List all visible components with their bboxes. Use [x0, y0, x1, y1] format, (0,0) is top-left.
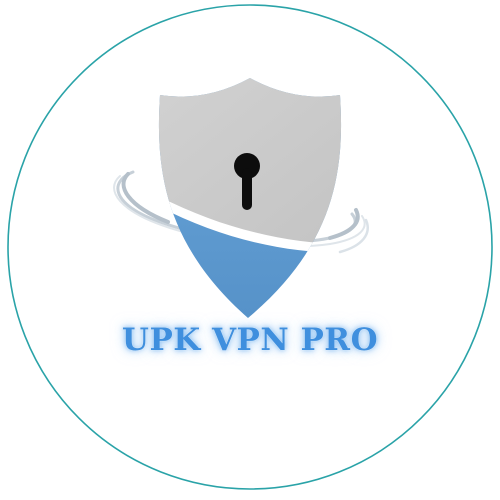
app-title: UPK VPN PRO [121, 322, 379, 358]
logo-canvas: UPK VPN PRO [0, 0, 500, 500]
vpn-emblem [113, 78, 369, 318]
